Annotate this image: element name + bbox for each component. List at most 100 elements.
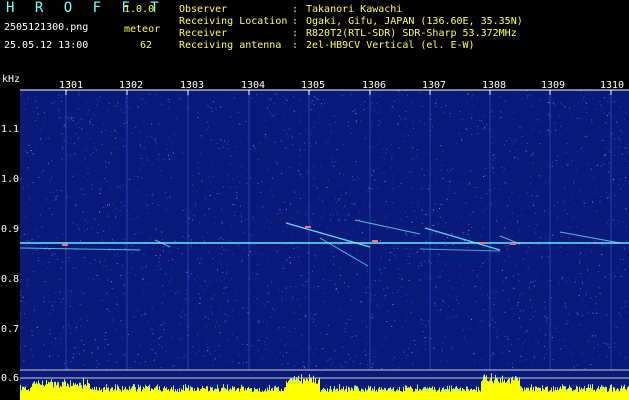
noise-dot	[494, 153, 496, 155]
noise-dot	[40, 129, 42, 131]
signal-peak	[24, 387, 25, 390]
noise-dot	[401, 93, 403, 95]
noise-dot	[299, 91, 301, 93]
noise-dot	[536, 274, 538, 276]
noise-dot	[51, 214, 53, 215]
noise-dot	[605, 147, 607, 149]
noise-dot	[502, 331, 504, 333]
noise-dot	[214, 216, 216, 218]
noise-dot	[212, 364, 214, 366]
noise-dot	[107, 344, 109, 346]
signal-bar	[548, 391, 549, 400]
noise-dot	[425, 240, 427, 242]
signal-bar	[278, 388, 279, 400]
signal-peak	[567, 388, 568, 391]
signal-peak	[214, 389, 215, 391]
noise-dot	[423, 250, 425, 252]
noise-dot	[210, 306, 211, 308]
noise-dot	[299, 305, 301, 307]
signal-bar	[620, 388, 621, 400]
noise-dot	[406, 197, 407, 199]
noise-dot	[538, 175, 540, 177]
noise-dot	[572, 218, 574, 220]
noise-dot	[20, 295, 22, 297]
noise-dot	[172, 365, 174, 367]
signal-bar	[459, 390, 460, 400]
noise-dot	[119, 210, 121, 212]
noise-dot	[264, 341, 266, 342]
signal-bar	[321, 390, 322, 400]
noise-dot	[233, 215, 235, 216]
signal-bar	[152, 389, 153, 400]
noise-dot	[164, 123, 166, 125]
noise-dot	[114, 137, 116, 139]
noise-dot	[424, 260, 426, 262]
signal-peak	[555, 387, 556, 390]
noise-dot	[517, 302, 519, 304]
noise-dot	[423, 252, 425, 254]
signal-bar	[26, 389, 27, 400]
noise-dot	[33, 294, 35, 295]
noise-dot	[547, 129, 549, 131]
hot-spot	[510, 243, 516, 245]
noise-dot	[398, 277, 399, 279]
noise-dot	[96, 359, 98, 361]
noise-dot	[212, 100, 214, 102]
noise-dot	[450, 170, 451, 172]
noise-dot	[624, 158, 626, 160]
noise-dot	[552, 359, 554, 360]
signal-bar	[262, 390, 263, 400]
noise-dot	[418, 175, 420, 177]
signal-bar	[407, 387, 408, 400]
signal-bar	[570, 387, 571, 400]
noise-dot	[406, 295, 408, 297]
noise-dot	[442, 301, 444, 303]
signal-bar	[329, 389, 330, 400]
noise-dot	[477, 274, 479, 276]
noise-dot	[286, 159, 288, 161]
signal-peak	[542, 385, 543, 388]
noise-dot	[67, 195, 69, 197]
noise-dot	[245, 178, 247, 180]
noise-dot	[521, 292, 523, 294]
noise-dot	[92, 124, 94, 126]
noise-dot	[519, 230, 520, 232]
noise-dot	[375, 146, 377, 148]
noise-dot	[358, 219, 360, 221]
noise-dot	[381, 344, 383, 346]
noise-dot	[283, 327, 284, 329]
signal-peak	[455, 387, 456, 389]
noise-dot	[298, 256, 300, 257]
noise-dot	[527, 95, 529, 97]
noise-dot	[178, 323, 180, 325]
noise-dot	[107, 279, 109, 281]
noise-dot	[197, 173, 199, 174]
noise-dot	[21, 291, 22, 293]
noise-dot	[317, 98, 319, 100]
noise-dot	[229, 94, 231, 96]
signal-bar	[312, 382, 313, 400]
signal-bar	[161, 391, 162, 400]
signal-bar	[373, 391, 374, 400]
noise-dot	[494, 157, 496, 159]
noise-dot	[145, 361, 146, 363]
noise-dot	[563, 203, 565, 205]
noise-dot	[353, 331, 355, 332]
signal-bar	[294, 378, 295, 400]
noise-dot	[485, 207, 487, 209]
noise-dot	[620, 258, 621, 260]
noise-dot	[72, 271, 74, 273]
noise-dot	[328, 137, 330, 139]
noise-dot	[159, 326, 161, 328]
noise-dot	[43, 344, 45, 346]
noise-dot	[285, 147, 287, 149]
signal-bar	[64, 381, 65, 400]
noise-dot	[297, 210, 298, 212]
noise-dot	[284, 201, 286, 203]
noise-dot	[107, 359, 109, 361]
signal-bar	[264, 390, 265, 400]
noise-dot	[96, 275, 98, 277]
signal-bar	[165, 388, 166, 400]
signal-bar	[300, 381, 301, 400]
noise-dot	[521, 360, 523, 362]
